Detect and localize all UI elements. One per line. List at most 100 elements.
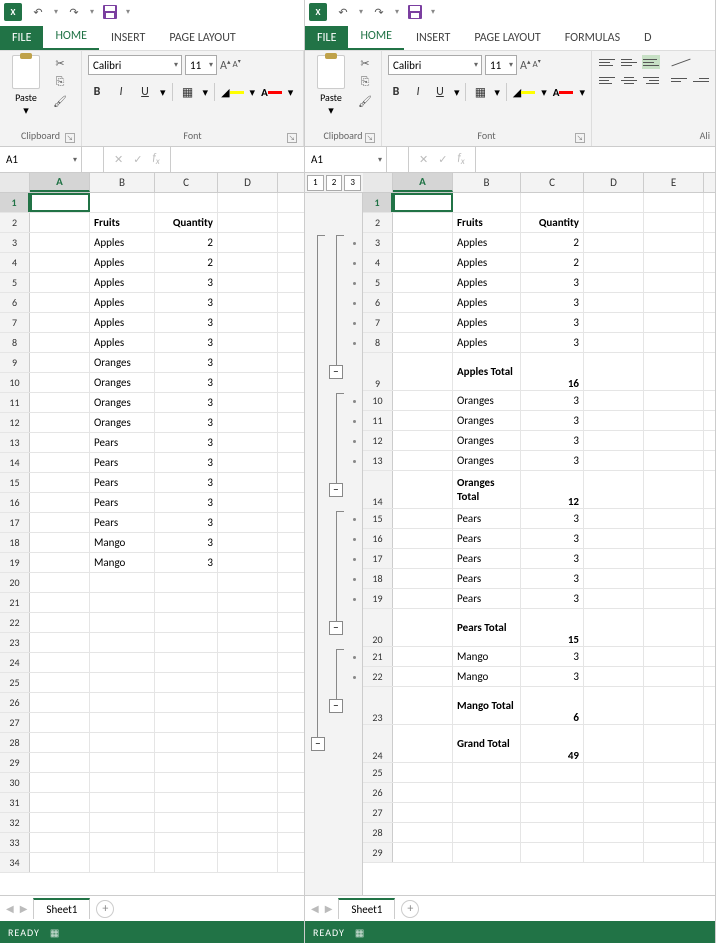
row-header[interactable]: 18 [363,569,393,588]
row-header[interactable]: 21 [0,593,30,612]
cell[interactable]: Mango [90,533,155,552]
cell[interactable] [90,613,155,632]
cell[interactable] [218,793,278,812]
cell[interactable] [155,833,218,852]
cell[interactable] [218,473,278,492]
cell[interactable]: Apples [90,333,155,352]
cell[interactable]: 3 [155,553,218,572]
cell[interactable] [584,213,644,232]
cell[interactable] [30,313,90,332]
cell[interactable] [218,833,278,852]
cell[interactable] [155,773,218,792]
cell[interactable]: 3 [155,393,218,412]
cell[interactable] [393,233,453,252]
cell[interactable] [644,843,704,862]
redo-button[interactable]: ↷ [369,2,389,22]
cell[interactable] [584,273,644,292]
sheet-nav-next[interactable]: ▶ [20,902,28,915]
qat-customize[interactable]: ▾ [431,7,435,17]
cell[interactable] [584,233,644,252]
cell[interactable] [218,333,278,352]
cell[interactable] [218,733,278,752]
cell[interactable]: Oranges [453,431,521,450]
row-header[interactable]: 30 [0,773,30,792]
cell[interactable]: 3 [155,413,218,432]
cell[interactable] [644,471,704,508]
cell[interactable] [155,793,218,812]
tab-pagelayout[interactable]: PAGE LAYOUT [157,26,247,50]
row-header[interactable]: 3 [0,233,30,252]
align-bottom-button[interactable] [642,55,660,69]
row-header[interactable]: 7 [0,313,30,332]
row-header[interactable]: 6 [0,293,30,312]
row-header[interactable]: 14 [0,453,30,472]
cell[interactable] [644,783,704,802]
cell[interactable] [521,823,584,842]
cell[interactable] [30,533,90,552]
cell[interactable]: 3 [521,333,584,352]
cell[interactable] [393,353,453,390]
row-header[interactable]: 24 [363,725,393,762]
cell[interactable] [90,793,155,812]
fill-color-button[interactable]: ◢ [513,86,535,99]
cell[interactable] [30,713,90,732]
row-header[interactable]: 9 [363,353,393,390]
shrink-font-button[interactable]: A▾ [532,57,540,73]
row-header[interactable]: 10 [0,373,30,392]
cell[interactable] [218,513,278,532]
cell[interactable] [453,763,521,782]
italic-button[interactable]: I [410,83,426,101]
cell[interactable] [30,853,90,872]
cell[interactable] [584,509,644,528]
cell[interactable] [218,453,278,472]
new-sheet-button[interactable]: + [96,900,114,918]
cell[interactable] [30,833,90,852]
cell[interactable]: Apples [453,333,521,352]
cell[interactable] [644,687,704,724]
cell[interactable] [218,613,278,632]
cell[interactable]: Apples [453,253,521,272]
cell[interactable]: Oranges [90,393,155,412]
cell[interactable] [155,653,218,672]
cell[interactable]: Pears [453,589,521,608]
enter-formula-icon[interactable]: ✓ [133,153,142,166]
cell[interactable] [218,593,278,612]
select-all-corner[interactable] [0,173,30,192]
cell[interactable]: 3 [521,391,584,410]
cell[interactable] [644,333,704,352]
row-header[interactable]: 15 [0,473,30,492]
cell[interactable] [30,513,90,532]
redo-dropdown[interactable]: ▾ [395,7,399,17]
enter-formula-icon[interactable]: ✓ [438,153,447,166]
cell[interactable] [393,253,453,272]
cell[interactable] [584,589,644,608]
cell[interactable] [30,733,90,752]
sheet-tab-sheet1[interactable]: Sheet1 [338,898,395,919]
cell[interactable]: 3 [155,513,218,532]
font-size-select[interactable]: 11▾ [185,55,217,75]
font-name-select[interactable]: Calibri▾ [88,55,182,75]
cell[interactable] [393,783,453,802]
cell[interactable] [30,493,90,512]
cell[interactable]: 3 [521,647,584,666]
borders-button[interactable]: ▦ [472,83,488,101]
cell[interactable] [218,573,278,592]
tab-home[interactable]: HOME [43,24,99,50]
row-header[interactable]: 7 [363,313,393,332]
cell[interactable]: Apples [453,273,521,292]
cell[interactable] [393,549,453,568]
font-launcher[interactable]: ↘ [287,133,297,143]
column-header[interactable]: C [521,173,584,192]
cell[interactable] [644,667,704,686]
borders-dropdown[interactable]: ▾ [494,86,500,99]
cell[interactable]: Apples [453,233,521,252]
row-header[interactable]: 13 [0,433,30,452]
column-header[interactable]: D [218,173,278,192]
tab-data-partial[interactable]: D [632,26,663,50]
cell[interactable]: Quantity [521,213,584,232]
cell[interactable] [218,813,278,832]
new-sheet-button[interactable]: + [401,900,419,918]
row-header[interactable]: 1 [363,193,393,212]
cell[interactable] [644,193,704,212]
cell[interactable]: 2 [521,253,584,272]
